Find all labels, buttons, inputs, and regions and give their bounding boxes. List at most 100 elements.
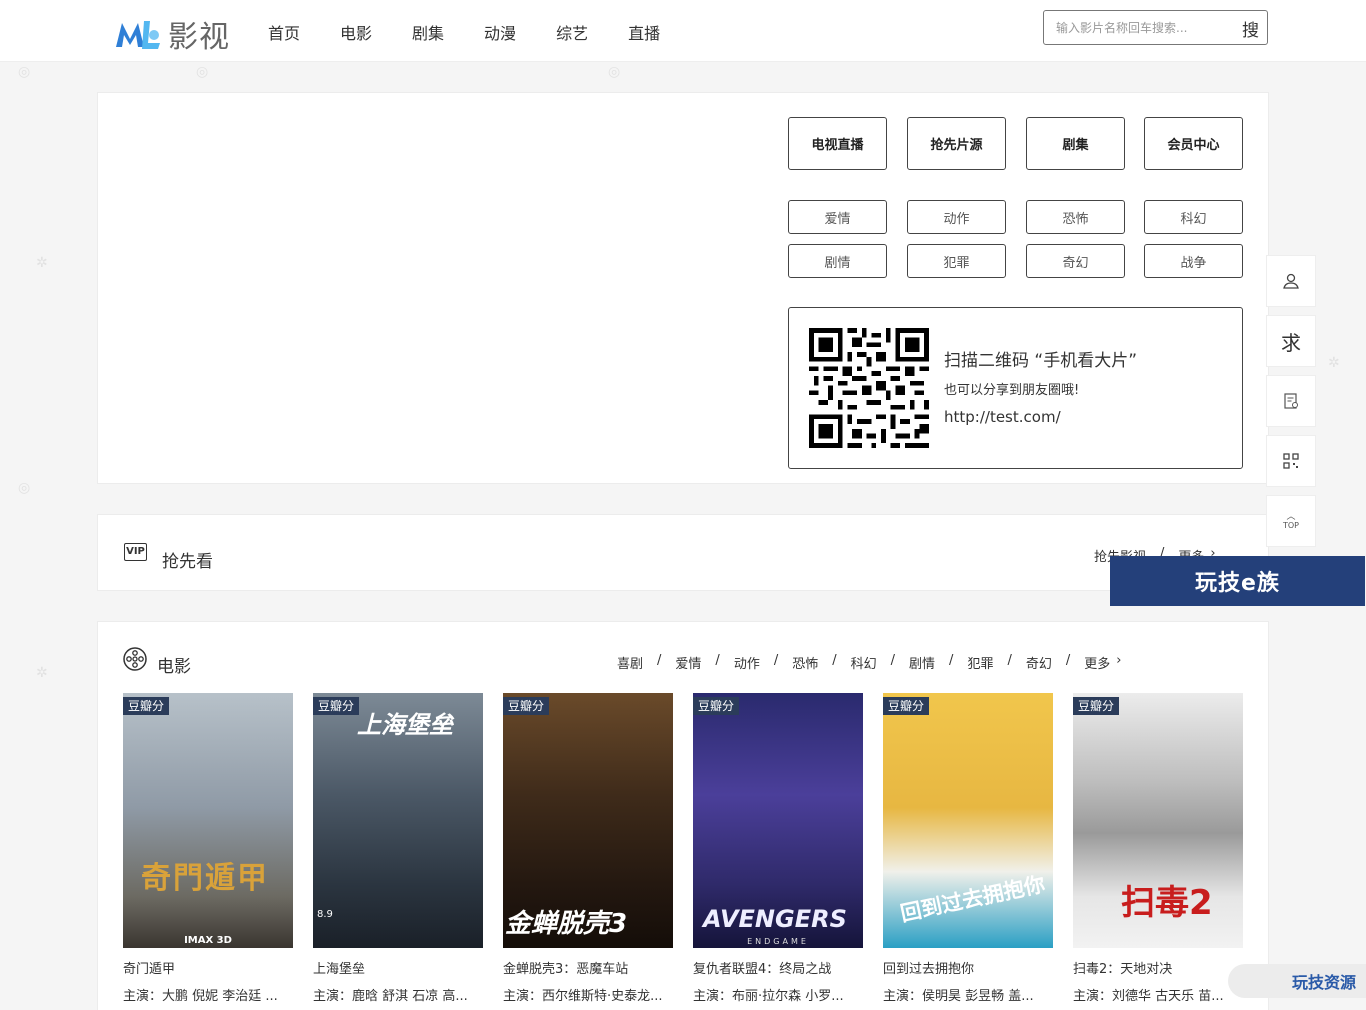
preview-section: VIP 抢先看 抢先影视 / 更多 ›	[97, 514, 1269, 591]
genre-crime-button[interactable]: 犯罪	[907, 244, 1006, 278]
side-user-button[interactable]	[1266, 255, 1316, 307]
bg-watermark: ✲	[1328, 355, 1340, 371]
search-input[interactable]	[1056, 19, 1226, 37]
film-reel-icon	[123, 647, 147, 671]
filter-comedy[interactable]: 喜剧	[617, 653, 643, 672]
watermark-bottom: 玩技资源	[1228, 964, 1366, 998]
movie-poster[interactable]: 豆瓣分 奇門遁甲 IMAX 3D	[123, 693, 293, 948]
link-separator: /	[715, 653, 720, 668]
filter-scifi[interactable]: 科幻	[851, 653, 877, 672]
douban-rating-badge: 豆瓣分	[123, 697, 170, 715]
link-separator: /	[1065, 653, 1071, 668]
link-separator: /	[832, 653, 837, 668]
qrcode-icon	[1283, 453, 1299, 469]
genre-fantasy-button[interactable]: 奇幻	[1026, 244, 1125, 278]
filter-action[interactable]: 动作	[734, 653, 760, 672]
series-button[interactable]: 剧集	[1026, 117, 1125, 170]
chevron-right-icon: ›	[1116, 653, 1122, 668]
poster-title-art: 金蝉脱壳3	[505, 909, 628, 939]
poster-title-art: AVENGERS	[703, 905, 847, 933]
arrow-up-icon: ︿	[1286, 511, 1296, 522]
genre-horror-button[interactable]: 恐怖	[1026, 200, 1125, 234]
logo-text: 影视	[168, 20, 230, 55]
early-release-button[interactable]: 抢先片源	[907, 117, 1006, 170]
nav-live[interactable]: 直播	[628, 20, 660, 44]
douban-rating-badge: 豆瓣分	[693, 697, 740, 715]
douban-rating-badge: 豆瓣分	[503, 697, 550, 715]
movie-poster[interactable]: 豆瓣分 金蝉脱壳3	[503, 693, 673, 948]
genre-romance-button[interactable]: 爱情	[788, 200, 887, 234]
douban-rating-badge: 豆瓣分	[313, 697, 360, 715]
top-label: TOP	[1282, 520, 1299, 530]
link-separator: /	[773, 653, 779, 668]
search-button[interactable]: 搜	[1242, 16, 1259, 41]
preview-section-title: 抢先看	[162, 552, 213, 572]
movie-cast: 主演：刘德华 古天乐 苗...	[1073, 989, 1224, 1004]
site-header: 影视 首页 电影 剧集 动漫 综艺 直播 搜	[0, 0, 1366, 62]
douban-rating-badge: 豆瓣分	[1073, 697, 1120, 715]
qr-share-box: 扫描二维码 “手机看大片” 也可以分享到朋友圈哦! http://test.co…	[788, 307, 1243, 469]
movie-poster[interactable]: 豆瓣分 AVENGERS ENDGAME	[693, 693, 863, 948]
qr-subtitle: 也可以分享到朋友圈哦!	[944, 383, 1080, 398]
movie-title[interactable]: 复仇者联盟4：终局之战	[693, 958, 863, 977]
document-icon	[1284, 393, 1298, 409]
qrcode-image	[809, 328, 929, 448]
genre-drama-button[interactable]: 剧情	[788, 244, 887, 278]
movie-title[interactable]: 金蝉脱壳3：恶魔车站	[503, 958, 673, 977]
movie-filter-links: 喜剧 / 爱情 / 动作 / 恐怖 / 科幻 / 剧情 / 犯罪 / 奇幻 / …	[617, 653, 1121, 672]
bg-watermark: ◎	[608, 64, 621, 80]
movie-more-link[interactable]: 更多	[1084, 653, 1110, 672]
movie-cast: 主演：侯明昊 彭昱畅 盖...	[883, 989, 1034, 1004]
vip-icon: VIP	[124, 543, 147, 561]
main-nav: 首页 电影 剧集 动漫 综艺 直播	[268, 20, 700, 44]
watermark-banner: 玩技e族	[1110, 556, 1365, 606]
nav-anime[interactable]: 动漫	[484, 20, 516, 44]
qr-title: 扫描二维码 “手机看大片”	[944, 351, 1138, 371]
movie-cast: 主演：布丽·拉尔森 小罗...	[693, 989, 844, 1004]
link-separator: /	[949, 653, 954, 668]
movie-title[interactable]: 奇门遁甲	[123, 958, 293, 977]
movie-title[interactable]: 上海堡垒	[313, 958, 483, 977]
side-qrcode-button[interactable]	[1266, 435, 1316, 487]
movie-cast: 主演：鹿晗 舒淇 石凉 高...	[313, 989, 468, 1004]
genre-scifi-button[interactable]: 科幻	[1144, 200, 1243, 234]
link-separator: /	[890, 653, 896, 668]
movie-title[interactable]: 回到过去拥抱你	[883, 958, 1053, 977]
filter-romance[interactable]: 爱情	[675, 653, 701, 672]
poster-title-art: 奇門遁甲	[141, 861, 269, 896]
movie-section-title: 电影	[157, 657, 191, 677]
filter-fantasy[interactable]: 奇幻	[1026, 653, 1052, 672]
movie-poster[interactable]: 豆瓣分 回到过去拥抱你	[883, 693, 1053, 948]
site-logo[interactable]: 影视	[114, 14, 230, 55]
movie-cast: 主演：西尔维斯特·史泰龙...	[503, 989, 663, 1004]
nav-movies[interactable]: 电影	[340, 20, 372, 44]
member-center-button[interactable]: 会员中心	[1144, 117, 1243, 170]
user-icon	[1283, 273, 1299, 289]
movie-cast: 主演：大鹏 倪妮 李治廷 ...	[123, 989, 278, 1004]
search-box: 搜	[1043, 10, 1268, 45]
side-request-button[interactable]: 求	[1266, 315, 1316, 367]
side-history-button[interactable]	[1266, 375, 1316, 427]
filter-horror[interactable]: 恐怖	[792, 653, 818, 672]
nav-variety[interactable]: 综艺	[556, 20, 588, 44]
nav-series[interactable]: 剧集	[412, 20, 444, 44]
nav-home[interactable]: 首页	[268, 20, 300, 44]
genre-war-button[interactable]: 战争	[1144, 244, 1243, 278]
qr-url-link[interactable]: http://test.com/	[944, 408, 1061, 426]
poster-footer-text: IMAX 3D	[184, 935, 232, 946]
movie-poster[interactable]: 豆瓣分 扫毒2	[1073, 693, 1243, 948]
side-top-button[interactable]: ︿ TOP	[1266, 495, 1316, 547]
logo-mark-icon	[116, 21, 160, 49]
bg-watermark: ◎	[196, 64, 209, 80]
tv-live-button[interactable]: 电视直播	[788, 117, 887, 170]
filter-crime[interactable]: 犯罪	[967, 653, 993, 672]
link-separator: /	[1007, 653, 1012, 668]
filter-drama[interactable]: 剧情	[909, 653, 935, 672]
bg-watermark: ✲	[36, 255, 48, 271]
bg-watermark: ✲	[36, 665, 48, 681]
genre-action-button[interactable]: 动作	[907, 200, 1006, 234]
movie-poster[interactable]: 豆瓣分 上海堡垒 8.9	[313, 693, 483, 948]
movie-title[interactable]: 扫毒2：天地对决	[1073, 958, 1243, 977]
poster-title-art: 回到过去拥抱你	[898, 871, 1048, 926]
poster-title-art: 扫毒2	[1121, 883, 1213, 923]
